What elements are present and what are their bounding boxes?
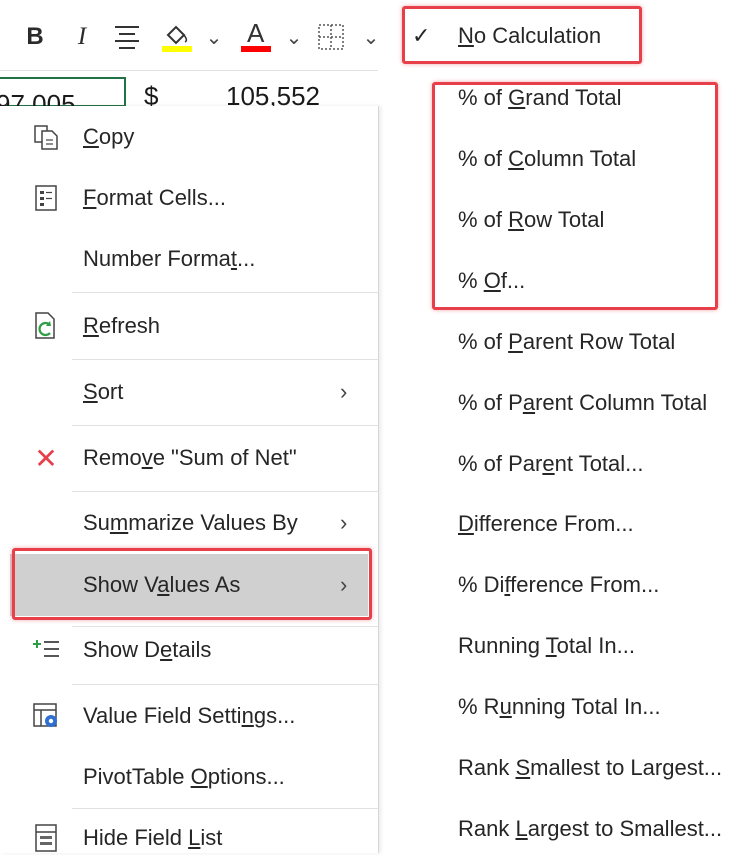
menu-item-summarize-values-by[interactable]: Summarize Values By ›	[0, 494, 378, 552]
submenu-item-label: Rank Smallest to Largest...	[458, 755, 723, 780]
menu-item-label: Sort	[83, 379, 124, 404]
menu-item-label: Copy	[83, 124, 135, 149]
copy-icon	[30, 121, 62, 153]
borders-button[interactable]	[316, 20, 346, 54]
menu-item-sort[interactable]: Sort ›	[0, 363, 378, 421]
submenu-item-pct-parent-row-total[interactable]: % of Parent Row Total	[390, 312, 748, 372]
show-values-as-submenu: ✓ No Calculation % of Grand Total % of C…	[390, 0, 748, 853]
submenu-item-label: No Calculation	[458, 23, 602, 48]
submenu-item-pct-difference-from[interactable]: % Difference From...	[390, 555, 748, 615]
chevron-right-icon: ›	[340, 510, 348, 535]
fill-color-icon	[162, 25, 192, 52]
menu-item-pivottable-options[interactable]: PivotTable Options...	[0, 748, 378, 806]
submenu-item-pct-column-total[interactable]: % of Column Total	[390, 129, 748, 189]
submenu-item-label: % Difference From...	[458, 572, 660, 597]
chevron-right-icon: ›	[340, 379, 348, 404]
worksheet-fragment: 97,005 $ 105,552	[0, 70, 378, 119]
submenu-item-label: % of Parent Total...	[458, 451, 644, 476]
submenu-item-pct-parent-column-total[interactable]: % of Parent Column Total	[390, 373, 748, 433]
menu-item-label: Show Values As	[83, 572, 241, 597]
italic-icon: I	[77, 23, 87, 50]
submenu-item-label: Difference From...	[458, 511, 634, 536]
menu-item-show-values-as[interactable]: Show Values As ›	[10, 554, 368, 616]
submenu-item-pct-row-total[interactable]: % of Row Total	[390, 190, 748, 250]
menu-item-number-format[interactable]: Number Format...	[0, 230, 378, 288]
menu-separator	[72, 684, 378, 685]
menu-item-label: Hide Field List	[83, 825, 223, 850]
submenu-item-label: % Running Total In...	[458, 694, 661, 719]
dropdown-arrow-icon: ⌄	[285, 26, 303, 49]
dropdown-arrow-icon: ⌄	[205, 26, 223, 49]
italic-button[interactable]: I	[70, 20, 94, 54]
field-list-icon	[30, 822, 62, 854]
menu-separator	[72, 491, 378, 492]
menu-separator	[72, 359, 378, 360]
menu-item-label: Remove "Sum of Net"	[83, 445, 297, 470]
submenu-item-pct-running-total-in[interactable]: % Running Total In...	[390, 677, 748, 737]
font-color-button[interactable]: A	[238, 18, 274, 54]
submenu-item-label: Rank Largest to Smallest...	[458, 816, 723, 841]
menu-item-label: Format Cells...	[83, 185, 227, 210]
bold-icon: B	[26, 23, 44, 50]
borders-icon	[318, 24, 344, 50]
font-color-dropdown[interactable]: ⌄	[284, 20, 304, 54]
submenu-item-pct-of[interactable]: % Of...	[390, 251, 748, 311]
menu-item-value-field-settings[interactable]: Value Field Settings...	[0, 687, 378, 745]
submenu-item-rank-largest-to-smallest[interactable]: Rank Largest to Smallest...	[390, 799, 748, 859]
fill-color-button[interactable]	[160, 20, 194, 54]
submenu-item-label: % of Grand Total	[458, 85, 622, 110]
selected-cell[interactable]: 97,005	[0, 77, 126, 119]
context-menu: Copy Format Cells... Number Format... Re…	[0, 106, 379, 853]
submenu-item-label: Running Total In...	[458, 633, 635, 658]
menu-item-label: Value Field Settings...	[83, 703, 296, 728]
submenu-item-running-total-in[interactable]: Running Total In...	[390, 616, 748, 676]
menu-item-label: Summarize Values By	[83, 510, 298, 535]
menu-item-hide-field-list[interactable]: Hide Field List	[0, 809, 378, 867]
fill-color-dropdown[interactable]: ⌄	[204, 20, 224, 54]
submenu-item-label: % Of...	[458, 268, 526, 293]
menu-item-format-cells[interactable]: Format Cells...	[0, 169, 378, 227]
submenu-item-label: % of Row Total	[458, 207, 605, 232]
format-cells-icon	[30, 182, 62, 214]
remove-icon: ✕	[34, 442, 58, 474]
menu-item-refresh[interactable]: Refresh	[0, 297, 378, 355]
submenu-item-difference-from[interactable]: Difference From...	[390, 494, 748, 554]
chevron-right-icon: ›	[340, 572, 348, 597]
menu-separator	[72, 425, 378, 426]
checkmark-icon: ✓	[412, 23, 431, 48]
bold-button[interactable]: B	[22, 20, 48, 54]
submenu-item-pct-grand-total[interactable]: % of Grand Total	[390, 68, 748, 128]
mini-toolbar: B I ⌄ A ⌄ ⌄	[0, 0, 380, 70]
menu-separator	[72, 292, 378, 293]
font-color-icon: A	[239, 18, 273, 54]
menu-item-label: Show Details	[83, 637, 212, 662]
show-details-icon	[30, 634, 62, 666]
align-center-button[interactable]	[112, 20, 142, 54]
submenu-item-label: % of Parent Column Total	[458, 390, 708, 415]
submenu-item-label: % of Parent Row Total	[458, 329, 676, 354]
submenu-item-label: % of Column Total	[458, 146, 637, 171]
menu-item-remove-field[interactable]: ✕ Remove "Sum of Net"	[0, 429, 378, 487]
menu-item-show-details[interactable]: Show Details	[0, 621, 378, 679]
submenu-item-rank-smallest-to-largest[interactable]: Rank Smallest to Largest...	[390, 738, 748, 798]
menu-item-label: PivotTable Options...	[83, 764, 285, 789]
menu-item-copy[interactable]: Copy	[0, 108, 378, 166]
refresh-icon	[30, 310, 62, 342]
menu-item-label: Refresh	[83, 313, 161, 338]
borders-dropdown[interactable]: ⌄	[362, 20, 380, 54]
submenu-item-pct-parent-total[interactable]: % of Parent Total...	[390, 434, 748, 494]
value-field-settings-icon	[30, 700, 62, 732]
submenu-item-no-calculation[interactable]: ✓ No Calculation	[390, 6, 748, 66]
menu-item-label: Number Format...	[83, 246, 256, 271]
align-center-icon	[115, 26, 139, 49]
dropdown-arrow-icon: ⌄	[362, 26, 380, 49]
